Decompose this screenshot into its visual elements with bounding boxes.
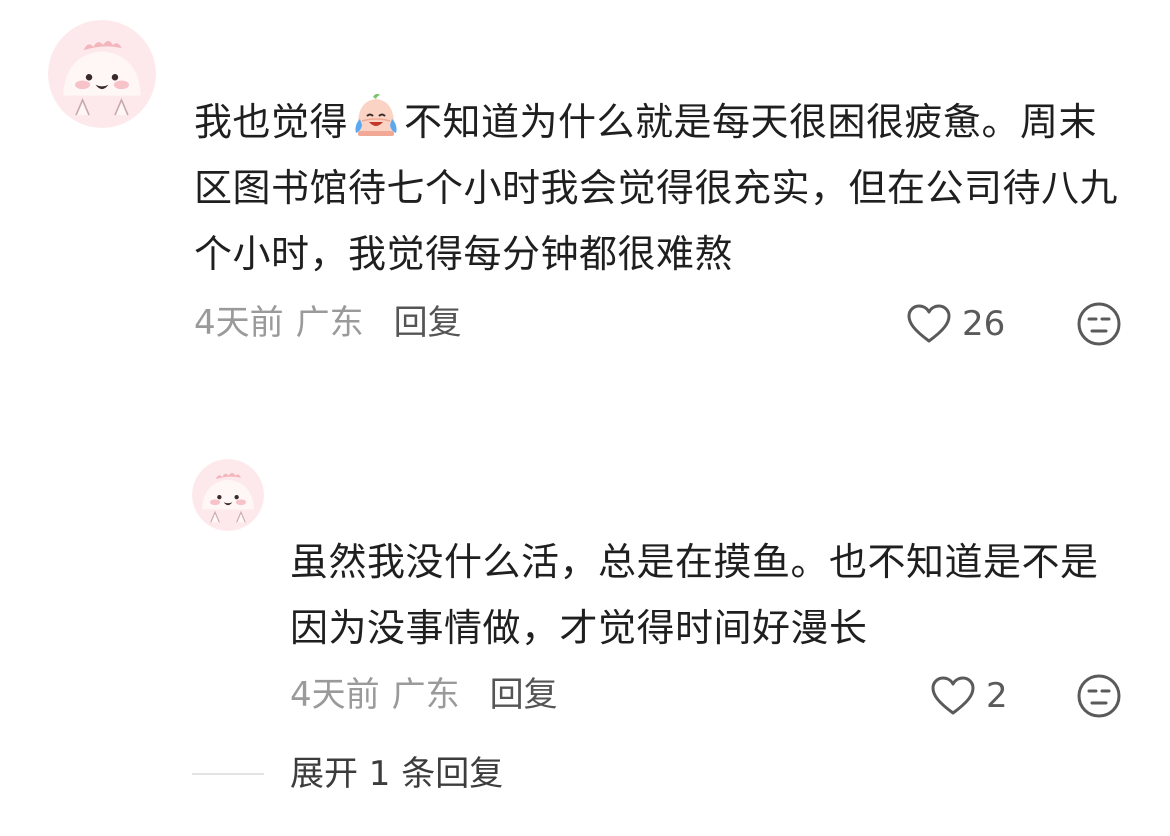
reply-to-reply-button[interactable]: 回复 — [490, 675, 558, 715]
user-avatar[interactable] — [48, 20, 156, 128]
reply-like-count: 2 — [986, 676, 1008, 716]
reply-button[interactable]: 回复 — [394, 303, 462, 343]
reply-time: 4天前 — [290, 675, 380, 715]
heart-icon — [907, 304, 951, 343]
meh-face-icon — [1077, 674, 1121, 718]
reply-meta: 4天前 广东 回复 — [290, 675, 558, 715]
comment-time: 4天前 — [194, 303, 284, 343]
comment-meta: 4天前 广东 回复 — [194, 303, 462, 343]
comment-text: 我也觉得 不知道为什么就是每天很困很疲惫。周末区图书馆待七个小时我会觉得很充实，但… — [194, 89, 1129, 287]
dislike-button[interactable] — [1076, 301, 1122, 347]
reply-dislike-button[interactable] — [1076, 673, 1122, 719]
reply-like-button[interactable]: 2 — [930, 675, 1008, 717]
reply-user-avatar[interactable] — [192, 459, 264, 531]
reply-text: 虽然我没什么活，总是在摸鱼。也不知道是不是因为没事情做，才觉得时间好漫长 — [290, 540, 1099, 650]
expand-replies-button[interactable]: 展开 1 条回复 — [290, 754, 503, 794]
meh-face-icon — [1077, 302, 1121, 346]
comment-text-part-1: 我也觉得 — [194, 100, 349, 144]
crying-laughing-emoji-icon — [350, 91, 402, 143]
comment-location: 广东 — [295, 303, 364, 343]
pink-dinosaur-avatar-icon — [48, 20, 156, 128]
heart-icon — [931, 676, 975, 715]
like-count: 26 — [962, 304, 1006, 344]
like-button[interactable]: 26 — [906, 303, 1005, 345]
expand-divider — [192, 773, 264, 775]
reply-location: 广东 — [391, 675, 460, 715]
pink-dinosaur-avatar-icon — [192, 459, 264, 531]
